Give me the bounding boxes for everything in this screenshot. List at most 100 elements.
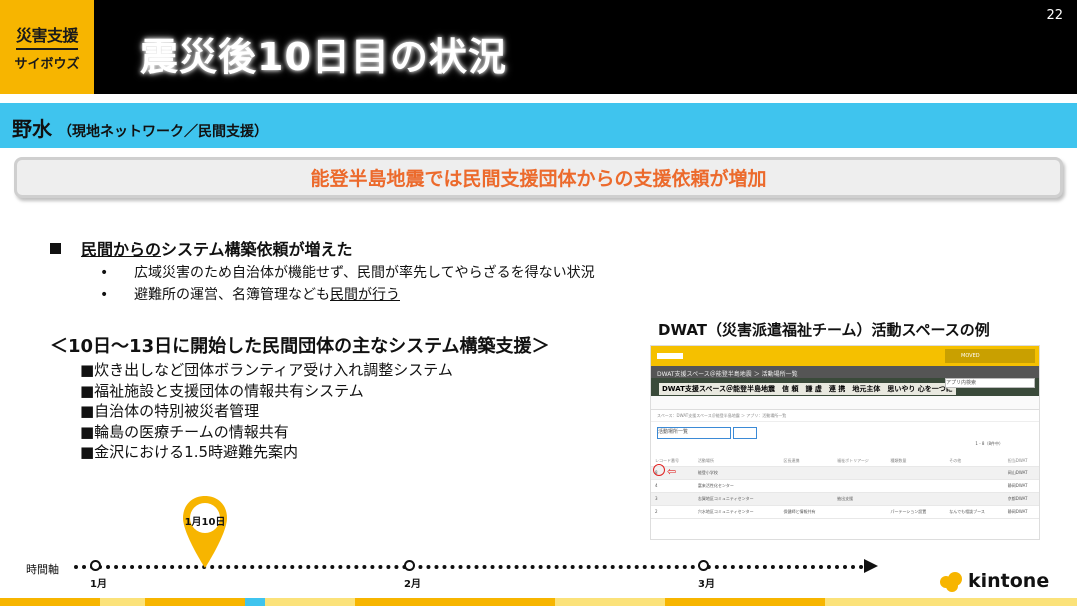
kintone-screenshot: MOVED DWAT支援スペース＠能登半島地震 ＞ 活動場所一覧 DWAT支援ス… [650, 345, 1040, 540]
list-item: ■輪島の医療チームの情報共有 [80, 422, 289, 441]
table-cell [945, 466, 1004, 480]
list-item: ■金沢における1.5時避難先案内 [80, 443, 299, 461]
table-cell: 抽出支援 [833, 492, 887, 506]
timeline-marker-label: 1月10日 [184, 517, 226, 528]
table-cell [779, 466, 834, 480]
column-header: 担当DWAT [1003, 456, 1039, 467]
bullet-dot-icon: • [100, 265, 109, 281]
systems-list: ■炊き出しなど団体ボランティア受け入れ調整システム ■福祉施設と支援団体の情報共… [80, 360, 453, 463]
table-cell: パーテーション設置 [886, 505, 946, 519]
space-banner: DWAT支援スペース＠能登半島地震 信 頼 謙 虚 連 携 地元主体 思いやり … [651, 378, 1039, 410]
timeline-tick [90, 560, 101, 571]
search-input: アプリ内検索 [945, 378, 1035, 388]
red-arrow-icon: ⇦ [667, 465, 677, 478]
timeline-tick-label: 3月 [698, 579, 715, 590]
systems-heading: ＜10日～13日に開始した民間団体の主なシステム構築支援＞ [50, 336, 550, 357]
section-band: 野水 （現地ネットワーク／民間支援） [0, 103, 1077, 148]
page-title: 震災後10日目の状況 [140, 35, 507, 79]
dwat-caption: DWAT（災害派遣福祉チーム）活動スペースの例 [658, 321, 990, 339]
record-table: レコード番号 活動場所 区長連携 福祉ボトリアージ 種類数量 その他 担当DWA… [651, 456, 1039, 519]
sub-point-text: 避難所の運営、名簿管理なども [134, 287, 330, 303]
timeline-tick [404, 560, 415, 571]
table-cell: 穴水地区コミュニティセンター [693, 505, 780, 519]
page-number: 22 [1046, 8, 1063, 23]
table-cell [886, 479, 946, 493]
table-row: 8 能登小学校 岡山DWAT [651, 466, 1039, 480]
kintone-wordmark: kintone [968, 570, 1050, 592]
highlight-circle-icon [653, 464, 665, 476]
table-cell: 保健師と情報共有 [779, 505, 834, 519]
record-count: 1 - 8（8件中） [975, 441, 1003, 446]
bottom-stripe [0, 598, 1077, 606]
arrow-right-icon [864, 559, 878, 573]
timeline-tick-label: 1月 [90, 579, 107, 590]
main-point-prefix: 民間からの [81, 240, 162, 259]
column-header: 区長連携 [779, 456, 834, 467]
table-cell [945, 492, 1004, 506]
column-header: 福祉ボトリアージ [833, 456, 887, 467]
kintone-toolbar: 活動場所一覧 1 - 8（8件中） [651, 422, 1039, 446]
table-header-row: レコード番号 活動場所 区長連携 福祉ボトリアージ 種類数量 その他 担当DWA… [651, 456, 1039, 467]
kintone-nav: DWAT支援スペース＠能登半島地震 ＞ 活動場所一覧 [651, 366, 1039, 378]
table-row: 2 穴水地区コミュニティセンター 保健師と情報共有 パーテーション設置 なんでも… [651, 505, 1039, 519]
timeline-tick [698, 560, 709, 571]
sub-point-underlined: 民間が行う [330, 287, 400, 303]
table-cell: 岡山DWAT [1003, 466, 1039, 480]
timeline-tick-label: 2月 [404, 579, 421, 590]
table-cell [779, 479, 834, 493]
location-pin-icon [183, 496, 227, 568]
breadcrumb: スペース：DWAT支援スペース＠能登半島地震 ＞ アプリ：活動場所一覧 [651, 410, 1039, 422]
highlight-text: 能登半島地震では民間支援団体からの支援依頼が増加 [310, 168, 767, 190]
kintone-blob-icon [938, 570, 964, 592]
table-cell: 能登小学校 [693, 466, 780, 480]
table-cell [833, 466, 887, 480]
table-row: 3 志賀地区コミュニティセンター 抽出支援 京都DWAT [651, 492, 1039, 506]
table-row: 4 富来活性化センター 静岡DWAT [651, 479, 1039, 493]
table-cell: 静岡DWAT [1003, 479, 1039, 493]
logo-line2: サイボウズ [14, 57, 80, 72]
column-header: その他 [945, 456, 1004, 467]
kintone-topbar: MOVED [651, 346, 1039, 366]
table-cell: 富来活性化センター [693, 479, 780, 493]
table-cell [886, 466, 946, 480]
section-title-name: 野水 [12, 117, 52, 141]
sub-point: • 避難所の運営、名簿管理なども民間が行う [100, 284, 400, 304]
table-cell [779, 492, 834, 506]
table-cell [945, 479, 1004, 493]
table-cell: なんでも相談ブース [945, 505, 1004, 519]
view-select: 活動場所一覧 [657, 427, 731, 439]
banner-text: DWAT支援スペース＠能登半島地震 信 頼 謙 虚 連 携 地元主体 思いやり … [659, 383, 956, 395]
sub-point: • 広域災害のため自治体が機能せず、民間が率先してやらざるを得ない状況 [100, 262, 595, 282]
table-cell: 2 [651, 505, 694, 519]
list-item: ■炊き出しなど団体ボランティア受け入れ調整システム [80, 361, 453, 379]
table-cell [886, 492, 946, 506]
section-subtitle: （現地ネットワーク／民間支援） [58, 124, 268, 140]
space-dropdown: MOVED [945, 349, 1035, 363]
table-cell: 静岡DWAT [1003, 505, 1039, 519]
table-cell: 3 [651, 492, 694, 506]
logo-line1: 災害支援 [15, 22, 79, 50]
main-point: 民間からのシステム構築依頼が増えた [50, 236, 353, 260]
column-header: 活動場所 [693, 456, 780, 467]
timeline: 時間軸 1月 2月 3月 [0, 530, 1077, 590]
square-bullet-icon [50, 243, 61, 254]
highlight-box: 能登半島地震では民間支援団体からの支援依頼が増加 [14, 157, 1063, 198]
main-point-rest: システム構築依頼が増えた [161, 240, 353, 259]
sub-point-text: 広域災害のため自治体が機能せず、民間が率先してやらざるを得ない状況 [134, 265, 595, 281]
header-band: 災害支援 サイボウズ 震災後10日目の状況 22 [0, 0, 1077, 94]
column-header: 種類数量 [886, 456, 946, 467]
kintone-small-logo [657, 353, 683, 359]
table-cell: 志賀地区コミュニティセンター [693, 492, 780, 506]
table-cell [833, 479, 887, 493]
table-cell [833, 505, 887, 519]
list-item: ■自治体の特別被災者管理 [80, 402, 260, 420]
timeline-axis-label: 時間軸 [26, 563, 59, 576]
kintone-logo: kintone [938, 570, 1049, 592]
table-cell: 京都DWAT [1003, 492, 1039, 506]
bullet-dot-icon: • [100, 287, 109, 303]
graph-select [733, 427, 757, 439]
table-cell: 4 [651, 479, 694, 493]
cybozu-logo: 災害支援 サイボウズ [0, 0, 94, 94]
list-item: ■福祉施設と支援団体の情報共有システム [80, 381, 364, 400]
section-title: 野水 （現地ネットワーク／民間支援） [12, 113, 268, 142]
